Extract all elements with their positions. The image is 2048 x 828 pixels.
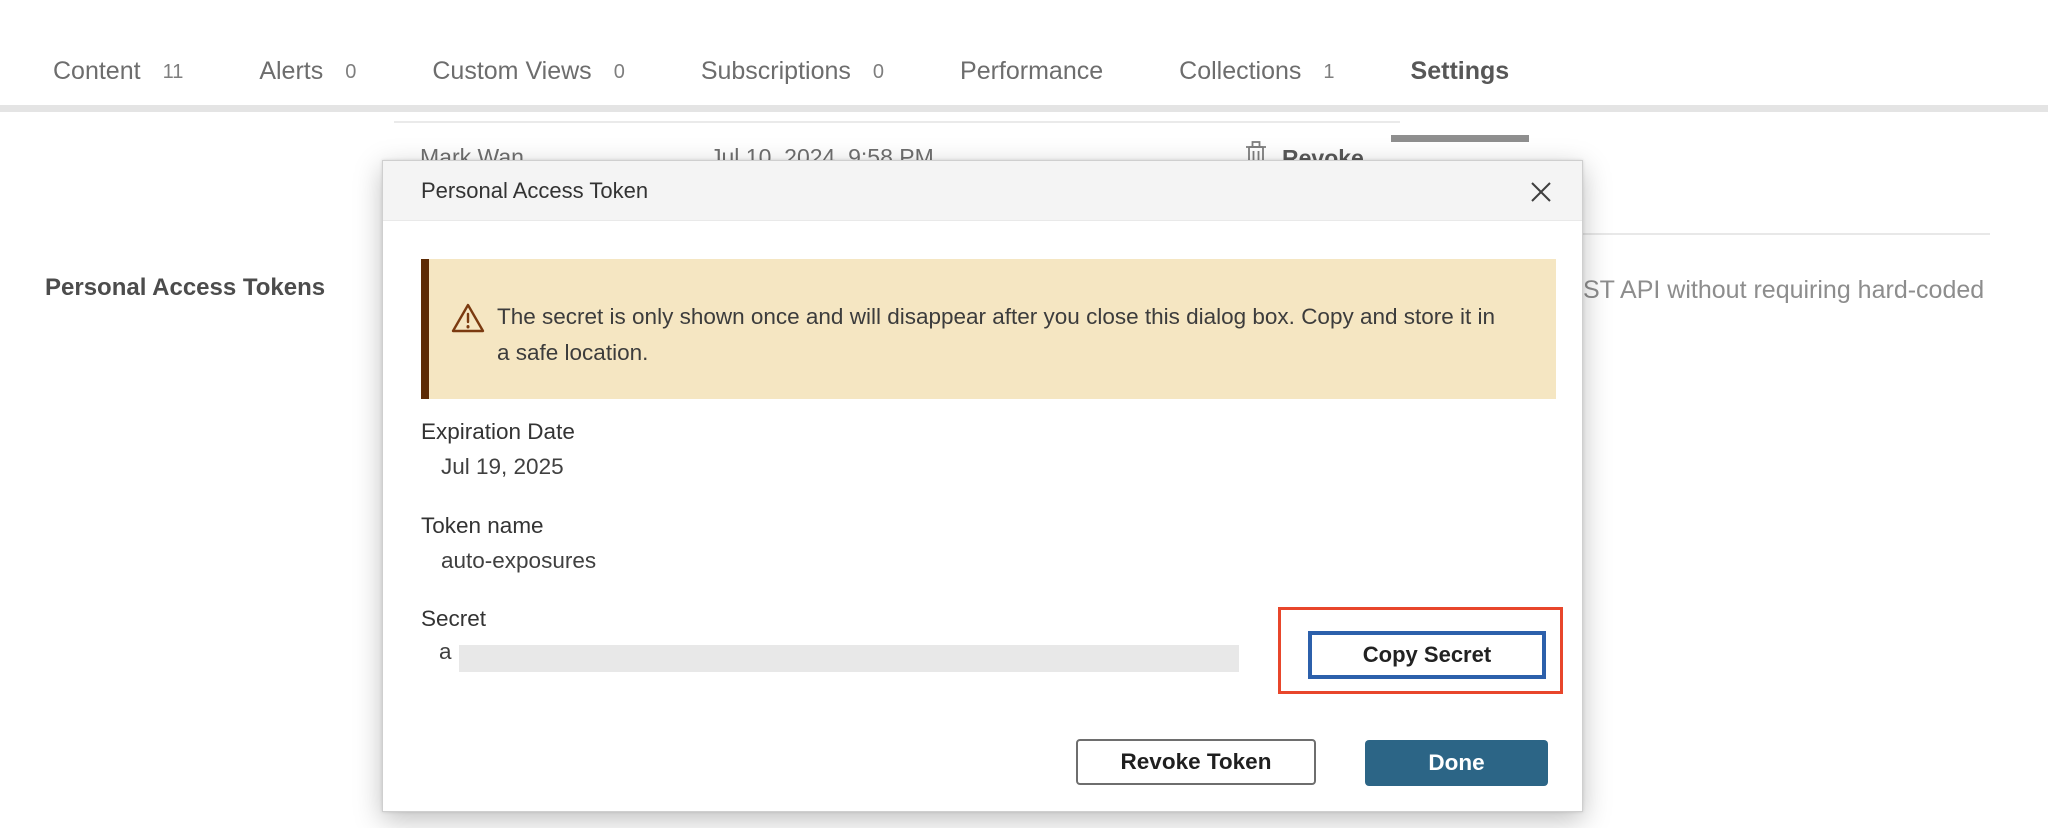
table-row-divider: [394, 121, 1400, 123]
close-icon[interactable]: [1524, 175, 1558, 209]
secret-value-visible-char: a: [439, 639, 452, 665]
tab-count-badge: 0: [614, 61, 625, 84]
tab-label: Settings: [1411, 57, 1510, 86]
section-divider: [1583, 233, 1990, 235]
copy-secret-button[interactable]: Copy Secret: [1308, 631, 1546, 679]
tab-count-badge: 11: [163, 61, 184, 84]
tab-count-badge: 0: [873, 61, 884, 84]
tab-collections[interactable]: Collections 1: [1159, 30, 1354, 112]
tab-label: Subscriptions: [701, 57, 851, 86]
settings-section-heading: Personal Access Tokens: [45, 274, 325, 302]
secret-redacted-bar: [459, 645, 1239, 672]
tab-subscriptions[interactable]: Subscriptions 0: [681, 30, 904, 112]
tab-label: Content: [53, 57, 141, 86]
warning-triangle-icon: [451, 302, 485, 339]
revoke-token-button[interactable]: Revoke Token: [1076, 739, 1316, 785]
tabs: Content 11 Alerts 0 Custom Views 0 Subsc…: [33, 30, 1565, 112]
token-name-value: auto-exposures: [441, 548, 596, 574]
tab-custom-views[interactable]: Custom Views 0: [412, 30, 644, 112]
dialog-title: Personal Access Token: [421, 161, 648, 221]
done-button[interactable]: Done: [1365, 740, 1548, 786]
dialog-header: Personal Access Token: [383, 161, 1582, 221]
tab-label: Collections: [1179, 57, 1301, 86]
token-name-label: Token name: [421, 513, 544, 539]
tab-settings[interactable]: Settings: [1391, 30, 1530, 112]
secret-warning-banner: The secret is only shown once and will d…: [421, 259, 1556, 399]
tab-label: Performance: [960, 57, 1103, 86]
expiration-date-value: Jul 19, 2025: [441, 454, 564, 480]
tab-count-badge: 0: [345, 61, 356, 84]
section-description-fragment: ST API without requiring hard-coded: [1583, 276, 2045, 305]
warning-message: The secret is only shown once and will d…: [497, 299, 1512, 371]
personal-access-token-dialog: Personal Access Token The secret is only…: [382, 160, 1583, 812]
page: Content 11 Alerts 0 Custom Views 0 Subsc…: [0, 0, 2048, 828]
tab-bar: Content 11 Alerts 0 Custom Views 0 Subsc…: [0, 0, 2048, 112]
expiration-date-label: Expiration Date: [421, 419, 575, 445]
tab-content[interactable]: Content 11: [33, 30, 203, 112]
tab-alerts[interactable]: Alerts 0: [239, 30, 376, 112]
tab-label: Alerts: [259, 57, 323, 86]
secret-label: Secret: [421, 606, 486, 632]
tab-performance[interactable]: Performance: [940, 30, 1123, 112]
tab-label: Custom Views: [432, 57, 591, 86]
tab-count-badge: 1: [1323, 61, 1334, 84]
